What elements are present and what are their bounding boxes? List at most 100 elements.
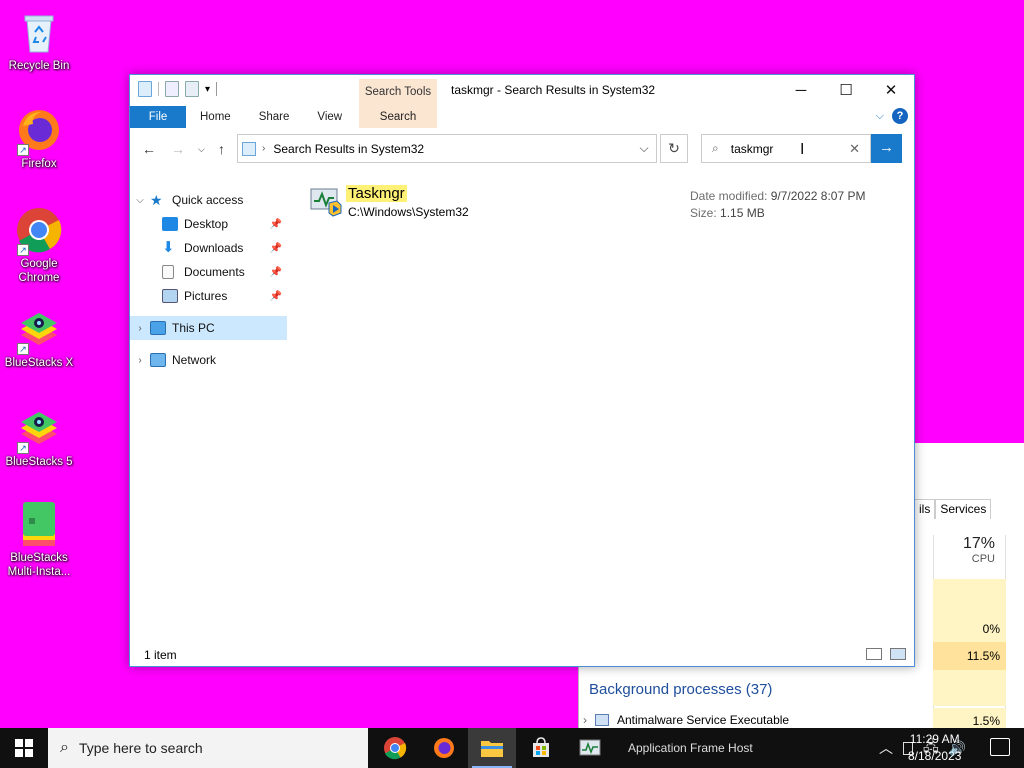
show-hidden-icons-chevron-icon[interactable]: ︿ xyxy=(879,738,893,758)
file-explorer-window[interactable]: ▾ Search Tools taskmgr - Search Results … xyxy=(129,74,915,667)
tab-view[interactable]: View xyxy=(303,106,356,128)
clock[interactable]: 11:29 AM 8/18/2023 xyxy=(908,731,961,765)
folder-app-icon xyxy=(138,81,152,97)
shortcut-arrow-icon: ↗ xyxy=(17,244,29,256)
bluestacks-x-icon: ↗ xyxy=(15,305,63,355)
title-bar[interactable]: ▾ Search Tools taskmgr - Search Results … xyxy=(130,75,914,106)
store-icon xyxy=(533,737,549,757)
task-manager-app-icon xyxy=(309,185,343,217)
cpu-percent: 17% xyxy=(962,535,995,552)
properties-icon[interactable] xyxy=(165,81,179,97)
refresh-button[interactable]: ↻ xyxy=(660,134,688,163)
taskbar-store[interactable] xyxy=(517,728,565,768)
help-icon[interactable]: ? xyxy=(892,108,908,124)
pin-icon[interactable]: 📌 xyxy=(270,267,282,278)
details-view-icon[interactable] xyxy=(866,648,882,660)
tab-file[interactable]: File xyxy=(130,106,186,128)
text-cursor-icon: I xyxy=(800,141,805,158)
close-button[interactable]: ✕ xyxy=(868,75,914,105)
desktop-icon-label: Firefox xyxy=(21,158,57,170)
tab-search[interactable]: Search xyxy=(359,106,437,128)
search-icon: ⌕ xyxy=(60,739,69,756)
cpu-column-header[interactable]: 17% CPU xyxy=(963,535,995,565)
clock-time: 11:29 AM xyxy=(909,732,960,746)
clock-date: 8/18/2023 xyxy=(908,749,962,763)
back-arrow-icon[interactable]: ← xyxy=(142,141,156,157)
search-go-button[interactable]: → xyxy=(871,134,902,163)
maximize-button[interactable]: ☐ xyxy=(823,75,869,105)
tab-details[interactable]: ils xyxy=(915,499,936,519)
pin-icon[interactable]: 📌 xyxy=(270,219,282,230)
cpu-cell: 1.5% xyxy=(933,708,1006,728)
nav-item-network[interactable]: › Network xyxy=(130,348,287,372)
expand-ribbon-icon[interactable]: ⌵ xyxy=(876,110,884,123)
nav-item-quick-access[interactable]: ⌵ ★ Quick access xyxy=(130,188,287,212)
size-label: Size: xyxy=(690,206,717,220)
desktop-icon-chrome[interactable]: ↗ Google Chrome xyxy=(0,206,78,285)
taskbar-chrome[interactable] xyxy=(371,728,419,768)
desktop-icon-bluestacks-5[interactable]: ↗ BlueStacks 5 xyxy=(0,404,78,469)
pin-icon[interactable]: 📌 xyxy=(270,243,282,254)
address-bar[interactable]: › Search Results in System32 ⌵ xyxy=(237,134,657,163)
chrome-icon: ↗ xyxy=(15,206,63,256)
taskbar-search-box[interactable]: ⌕ Type here to search xyxy=(48,728,368,768)
tab-services[interactable]: Services xyxy=(935,499,992,519)
nav-item-this-pc[interactable]: › This PC xyxy=(130,316,287,340)
process-name: Antimalware Service Executable xyxy=(617,713,790,727)
bluestacks-5-icon: ↗ xyxy=(15,404,63,454)
recent-locations-chevron-icon[interactable]: ⌵ xyxy=(198,144,205,155)
view-buttons xyxy=(866,648,906,660)
large-icons-view-icon[interactable] xyxy=(890,648,906,660)
new-folder-icon[interactable] xyxy=(185,81,199,97)
result-name[interactable]: Taskmgr xyxy=(346,185,407,202)
clear-search-icon[interactable]: ✕ xyxy=(849,141,860,157)
search-box[interactable]: ⌕ taskmgr ✕ xyxy=(701,134,871,163)
collapsed-chevron-icon[interactable]: › xyxy=(130,323,150,334)
nav-item-pictures[interactable]: Pictures 📌 xyxy=(130,284,287,308)
up-arrow-icon[interactable]: ↑ xyxy=(218,141,225,157)
taskbar-task-manager[interactable] xyxy=(566,728,616,768)
taskbar-search-placeholder: Type here to search xyxy=(78,740,203,756)
network-icon xyxy=(150,353,166,367)
taskbar-file-explorer[interactable] xyxy=(468,728,516,768)
taskbar-firefox[interactable] xyxy=(420,728,468,768)
nav-label: This PC xyxy=(172,321,215,335)
tab-home[interactable]: Home xyxy=(186,106,245,128)
notification-center-icon[interactable] xyxy=(990,738,1010,756)
process-row[interactable]: › Antimalware Service Executable xyxy=(583,713,933,727)
desktop-icon-firefox[interactable]: ↗ Firefox xyxy=(0,106,78,171)
desktop-icon-bluestacks-multi[interactable]: BlueStacks Multi-Insta... xyxy=(0,500,78,579)
firefox-icon xyxy=(434,738,454,758)
window-title: taskmgr - Search Results in System32 xyxy=(451,83,656,97)
address-dropdown-icon[interactable]: ⌵ xyxy=(632,141,656,156)
size-value: 1.15 MB xyxy=(720,206,765,220)
search-input[interactable]: taskmgr xyxy=(731,142,774,156)
nav-item-documents[interactable]: Documents 📌 xyxy=(130,260,287,284)
nav-label: Quick access xyxy=(172,193,244,207)
nav-label: Desktop xyxy=(184,217,229,231)
minimize-button[interactable]: ─ xyxy=(778,75,824,105)
desktop-icon-recycle-bin[interactable]: Recycle Bin xyxy=(0,8,78,73)
forward-arrow-icon[interactable]: → xyxy=(171,141,185,157)
nav-label: Downloads xyxy=(184,241,244,255)
pin-icon[interactable]: 📌 xyxy=(270,291,282,302)
documents-icon xyxy=(162,265,174,279)
navigation-pane: ⌵ ★ Quick access Desktop 📌 ⬇ Downloads 📌… xyxy=(130,175,290,636)
customize-dropdown-icon[interactable]: ▾ xyxy=(205,84,210,95)
desktop-icon-bluestacks-x[interactable]: ↗ BlueStacks X xyxy=(0,305,78,370)
firefox-icon: ↗ xyxy=(15,106,63,156)
nav-item-downloads[interactable]: ⬇ Downloads 📌 xyxy=(130,236,287,260)
task-manager-icon xyxy=(579,739,601,756)
desktop-icon-label: Google Chrome xyxy=(18,258,60,284)
start-button[interactable] xyxy=(0,728,48,768)
taskbar-app-frame-host-label: Application Frame Host xyxy=(628,741,753,755)
expand-chevron-icon[interactable]: › xyxy=(583,713,587,727)
collapsed-chevron-icon[interactable]: › xyxy=(130,355,150,366)
expanded-chevron-icon[interactable]: ⌵ xyxy=(130,195,150,206)
date-modified-label: Date modified: xyxy=(690,189,768,203)
desktop-icon-label: BlueStacks Multi-Insta... xyxy=(7,552,71,578)
cpu-cell: 0% xyxy=(933,615,1006,643)
nav-item-desktop[interactable]: Desktop 📌 xyxy=(130,212,287,236)
tab-share[interactable]: Share xyxy=(245,106,304,128)
recycle-bin-icon xyxy=(15,8,63,56)
